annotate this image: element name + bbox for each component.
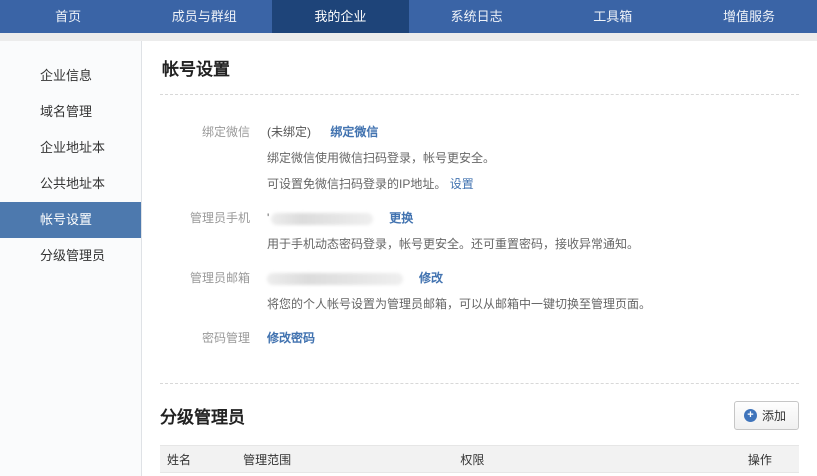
delegated-admins-header: 分级管理员 + 添加 [160, 401, 799, 430]
delegated-admins-title: 分级管理员 [160, 403, 245, 428]
nav-item-members-groups[interactable]: 成员与群组 [136, 0, 272, 33]
redacted-email-value [267, 273, 403, 285]
redacted-phone-value [271, 213, 373, 225]
setting-row-admin-phone: 管理员手机 ' 更换 用于手机动态密码登录，帐号更安全。还可重置密码，接收异常通知… [160, 207, 799, 252]
wechat-status: (未绑定) [267, 125, 311, 139]
main-content: 帐号设置 绑定微信 (未绑定) 绑定微信 绑定微信使用微信扫码登录，帐号更安全。… [142, 41, 817, 476]
nav-item-my-company[interactable]: 我的企业 [272, 0, 408, 33]
add-admin-button-label: 添加 [762, 407, 786, 424]
setting-row-password: 密码管理 修改密码 [160, 327, 799, 346]
password-label: 密码管理 [160, 327, 250, 346]
wechat-desc-2-text: 可设置免微信扫码登录的IP地址。 [267, 177, 446, 191]
sidebar-item-public-contacts[interactable]: 公共地址本 [0, 166, 141, 202]
admin-phone-label: 管理员手机 [160, 207, 250, 252]
change-email-link[interactable]: 修改 [419, 271, 443, 285]
sidebar-item-company-info[interactable]: 企业信息 [0, 58, 141, 94]
plus-circle-icon: + [744, 409, 757, 422]
bind-wechat-link[interactable]: 绑定微信 [330, 125, 378, 139]
change-password-link[interactable]: 修改密码 [267, 331, 315, 345]
change-phone-link[interactable]: 更换 [389, 211, 413, 225]
section-divider [160, 383, 799, 384]
nav-item-toolbox[interactable]: 工具箱 [545, 0, 681, 33]
wechat-desc-1: 绑定微信使用微信扫码登录，帐号更安全。 [267, 149, 495, 166]
nav-item-home[interactable]: 首页 [0, 0, 136, 33]
nav-item-value-added-services[interactable]: 增值服务 [681, 0, 817, 33]
page-body: 企业信息 域名管理 企业地址本 公共地址本 帐号设置 分级管理员 帐号设置 绑定… [0, 33, 817, 476]
top-nav: 首页 成员与群组 我的企业 系统日志 工具箱 增值服务 [0, 0, 817, 33]
app-window: 首页 成员与群组 我的企业 系统日志 工具箱 增值服务 企业信息 域名管理 企业… [0, 0, 817, 476]
sidebar-item-delegated-admins[interactable]: 分级管理员 [0, 238, 141, 274]
nav-item-system-logs[interactable]: 系统日志 [409, 0, 545, 33]
account-settings-rows: 绑定微信 (未绑定) 绑定微信 绑定微信使用微信扫码登录，帐号更安全。 可设置免… [160, 95, 799, 383]
ip-settings-link[interactable]: 设置 [450, 177, 474, 191]
table-header-name: 姓名 [160, 451, 243, 468]
phone-value-prefix: ' [267, 211, 269, 225]
wechat-desc-2: 可设置免微信扫码登录的IP地址。 设置 [267, 175, 495, 192]
sidebar-item-domain-management[interactable]: 域名管理 [0, 94, 141, 130]
admin-phone-desc: 用于手机动态密码登录，帐号更安全。还可重置密码，接收异常通知。 [267, 235, 639, 252]
table-header-actions: 操作 [748, 451, 799, 468]
wechat-label: 绑定微信 [160, 121, 250, 192]
admin-email-desc: 将您的个人帐号设置为管理员邮箱，可以从邮箱中一键切换至管理页面。 [267, 295, 651, 312]
sidebar-item-company-contacts[interactable]: 企业地址本 [0, 130, 141, 166]
table-header-permissions: 权限 [460, 451, 748, 468]
sidebar: 企业信息 域名管理 企业地址本 公共地址本 帐号设置 分级管理员 [0, 41, 142, 476]
table-header-scope: 管理范围 [243, 451, 460, 468]
setting-row-wechat: 绑定微信 (未绑定) 绑定微信 绑定微信使用微信扫码登录，帐号更安全。 可设置免… [160, 121, 799, 192]
admin-email-label: 管理员邮箱 [160, 267, 250, 312]
page-title: 帐号设置 [162, 55, 799, 80]
admins-table-header: 姓名 管理范围 权限 操作 [160, 445, 799, 473]
sidebar-item-account-settings[interactable]: 帐号设置 [0, 202, 141, 238]
setting-row-admin-email: 管理员邮箱 修改 将您的个人帐号设置为管理员邮箱，可以从邮箱中一键切换至管理页面… [160, 267, 799, 312]
add-admin-button[interactable]: + 添加 [734, 401, 799, 430]
